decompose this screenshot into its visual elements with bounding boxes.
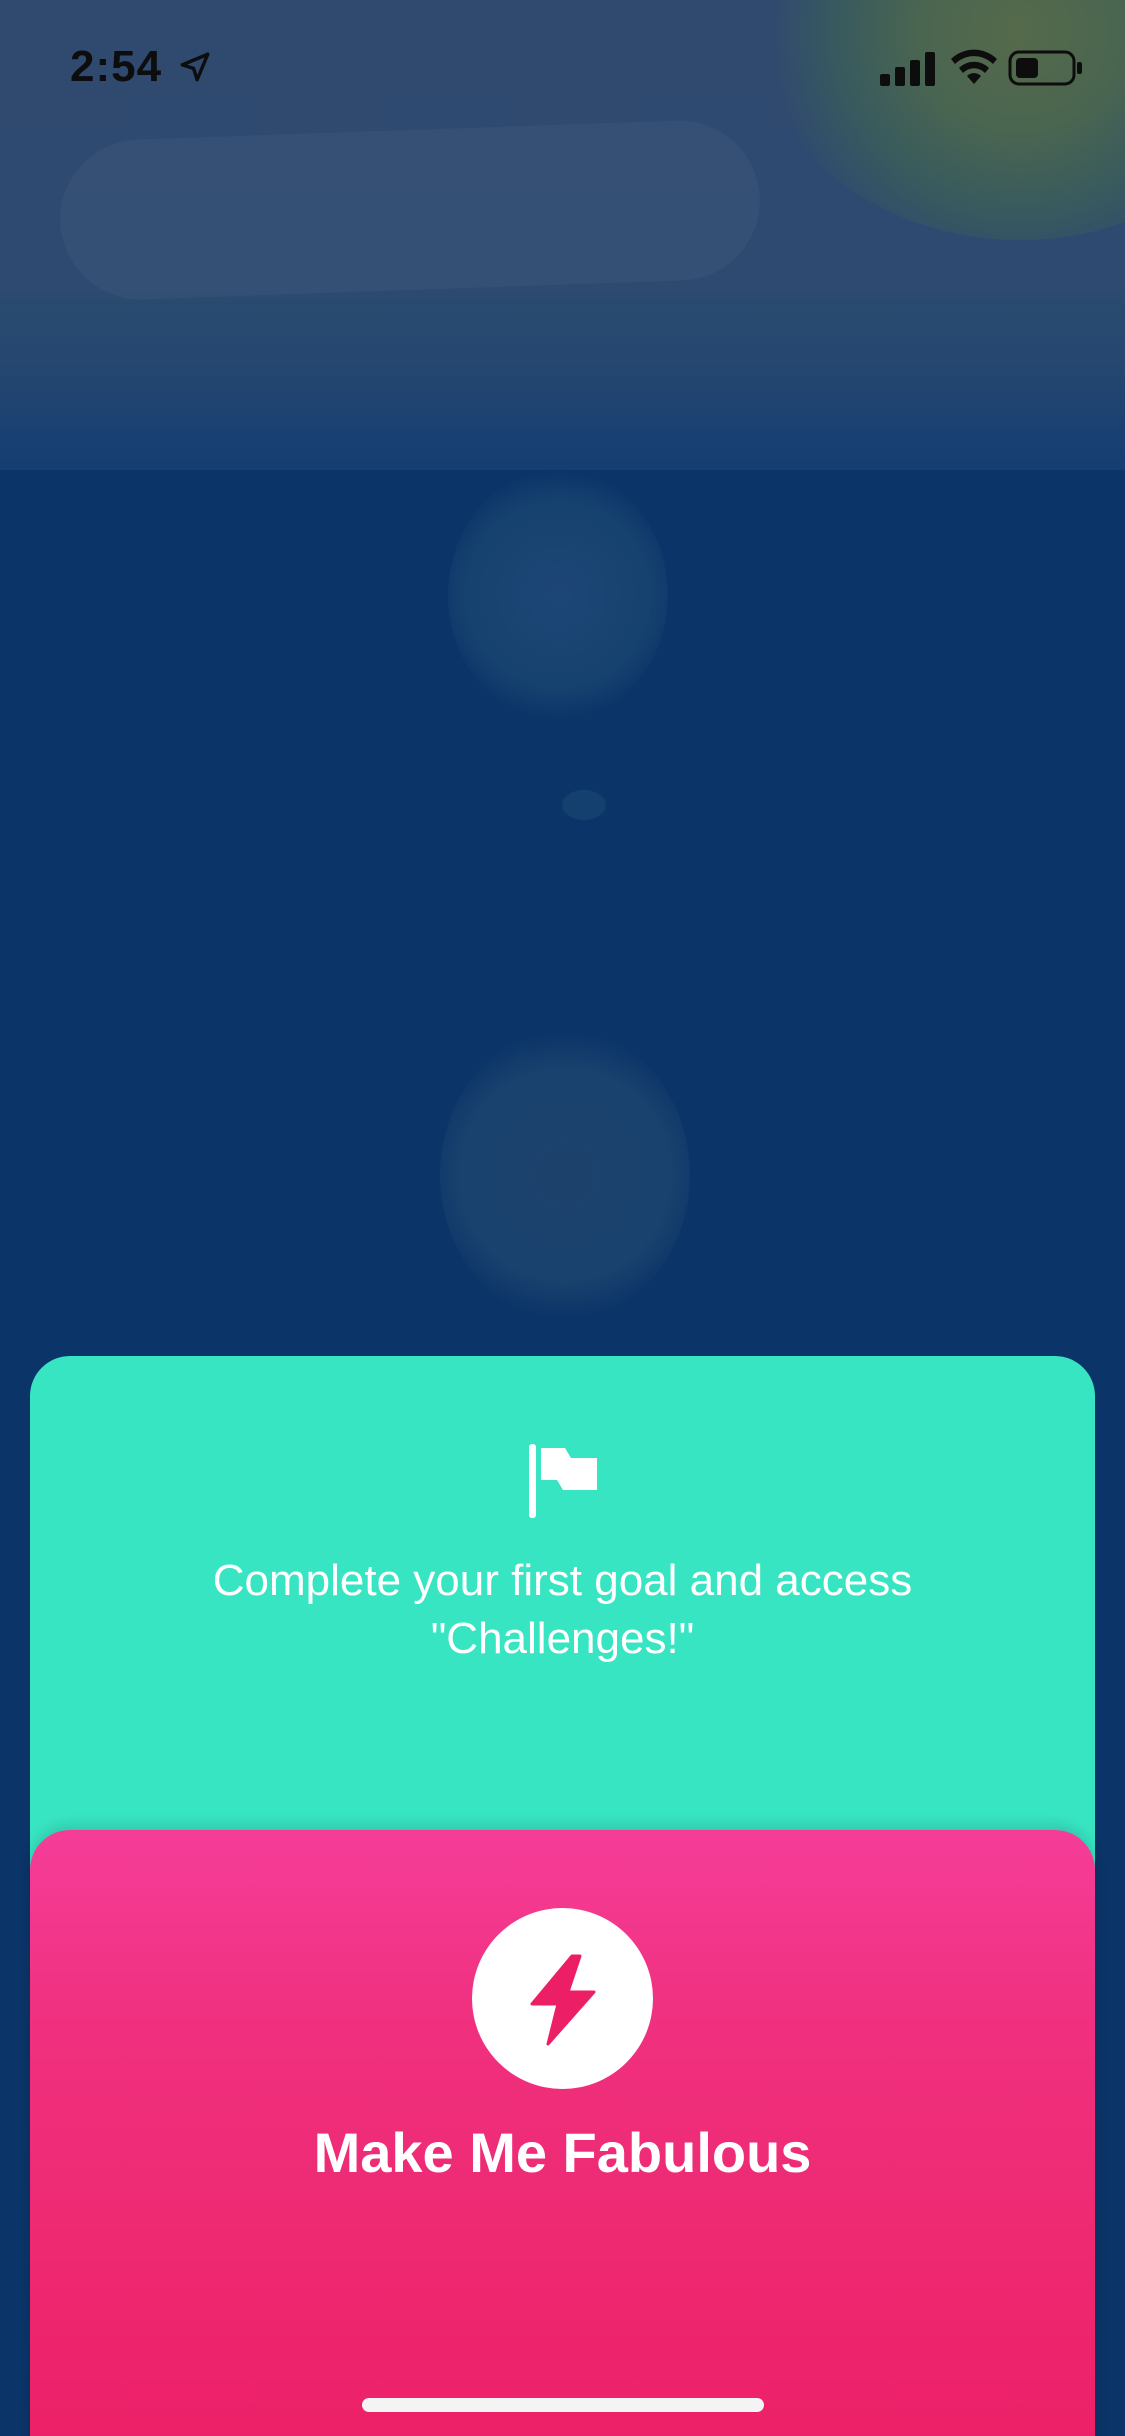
- status-bar: 2:54: [0, 0, 1125, 140]
- make-me-fabulous-button[interactable]: Make Me Fabulous: [30, 2120, 1095, 2185]
- signal-icon: [880, 52, 935, 86]
- goal-description: Complete your first goal and access "Cha…: [212, 1556, 913, 1663]
- home-indicator[interactable]: [362, 2398, 764, 2412]
- flag-icon: [529, 1444, 597, 1518]
- wifi-icon: [951, 49, 997, 84]
- status-time: 2:54: [70, 42, 163, 91]
- location-arrow-icon: [180, 52, 210, 82]
- background-wave-illustration: [0, 300, 1125, 430]
- background-map-node: [440, 1030, 690, 1320]
- lightning-button[interactable]: [472, 1908, 653, 2089]
- background-map-node: [448, 470, 668, 720]
- battery-icon: [1008, 50, 1082, 86]
- make-me-fabulous-card[interactable]: Make Me Fabulous: [30, 1830, 1095, 2436]
- background-cloud-illustration: [57, 117, 763, 303]
- lightning-bolt-icon: [530, 1954, 596, 2046]
- background-map-dot: [562, 790, 606, 820]
- app-screen: 2:54 Complete your first goal and access…: [0, 0, 1125, 2436]
